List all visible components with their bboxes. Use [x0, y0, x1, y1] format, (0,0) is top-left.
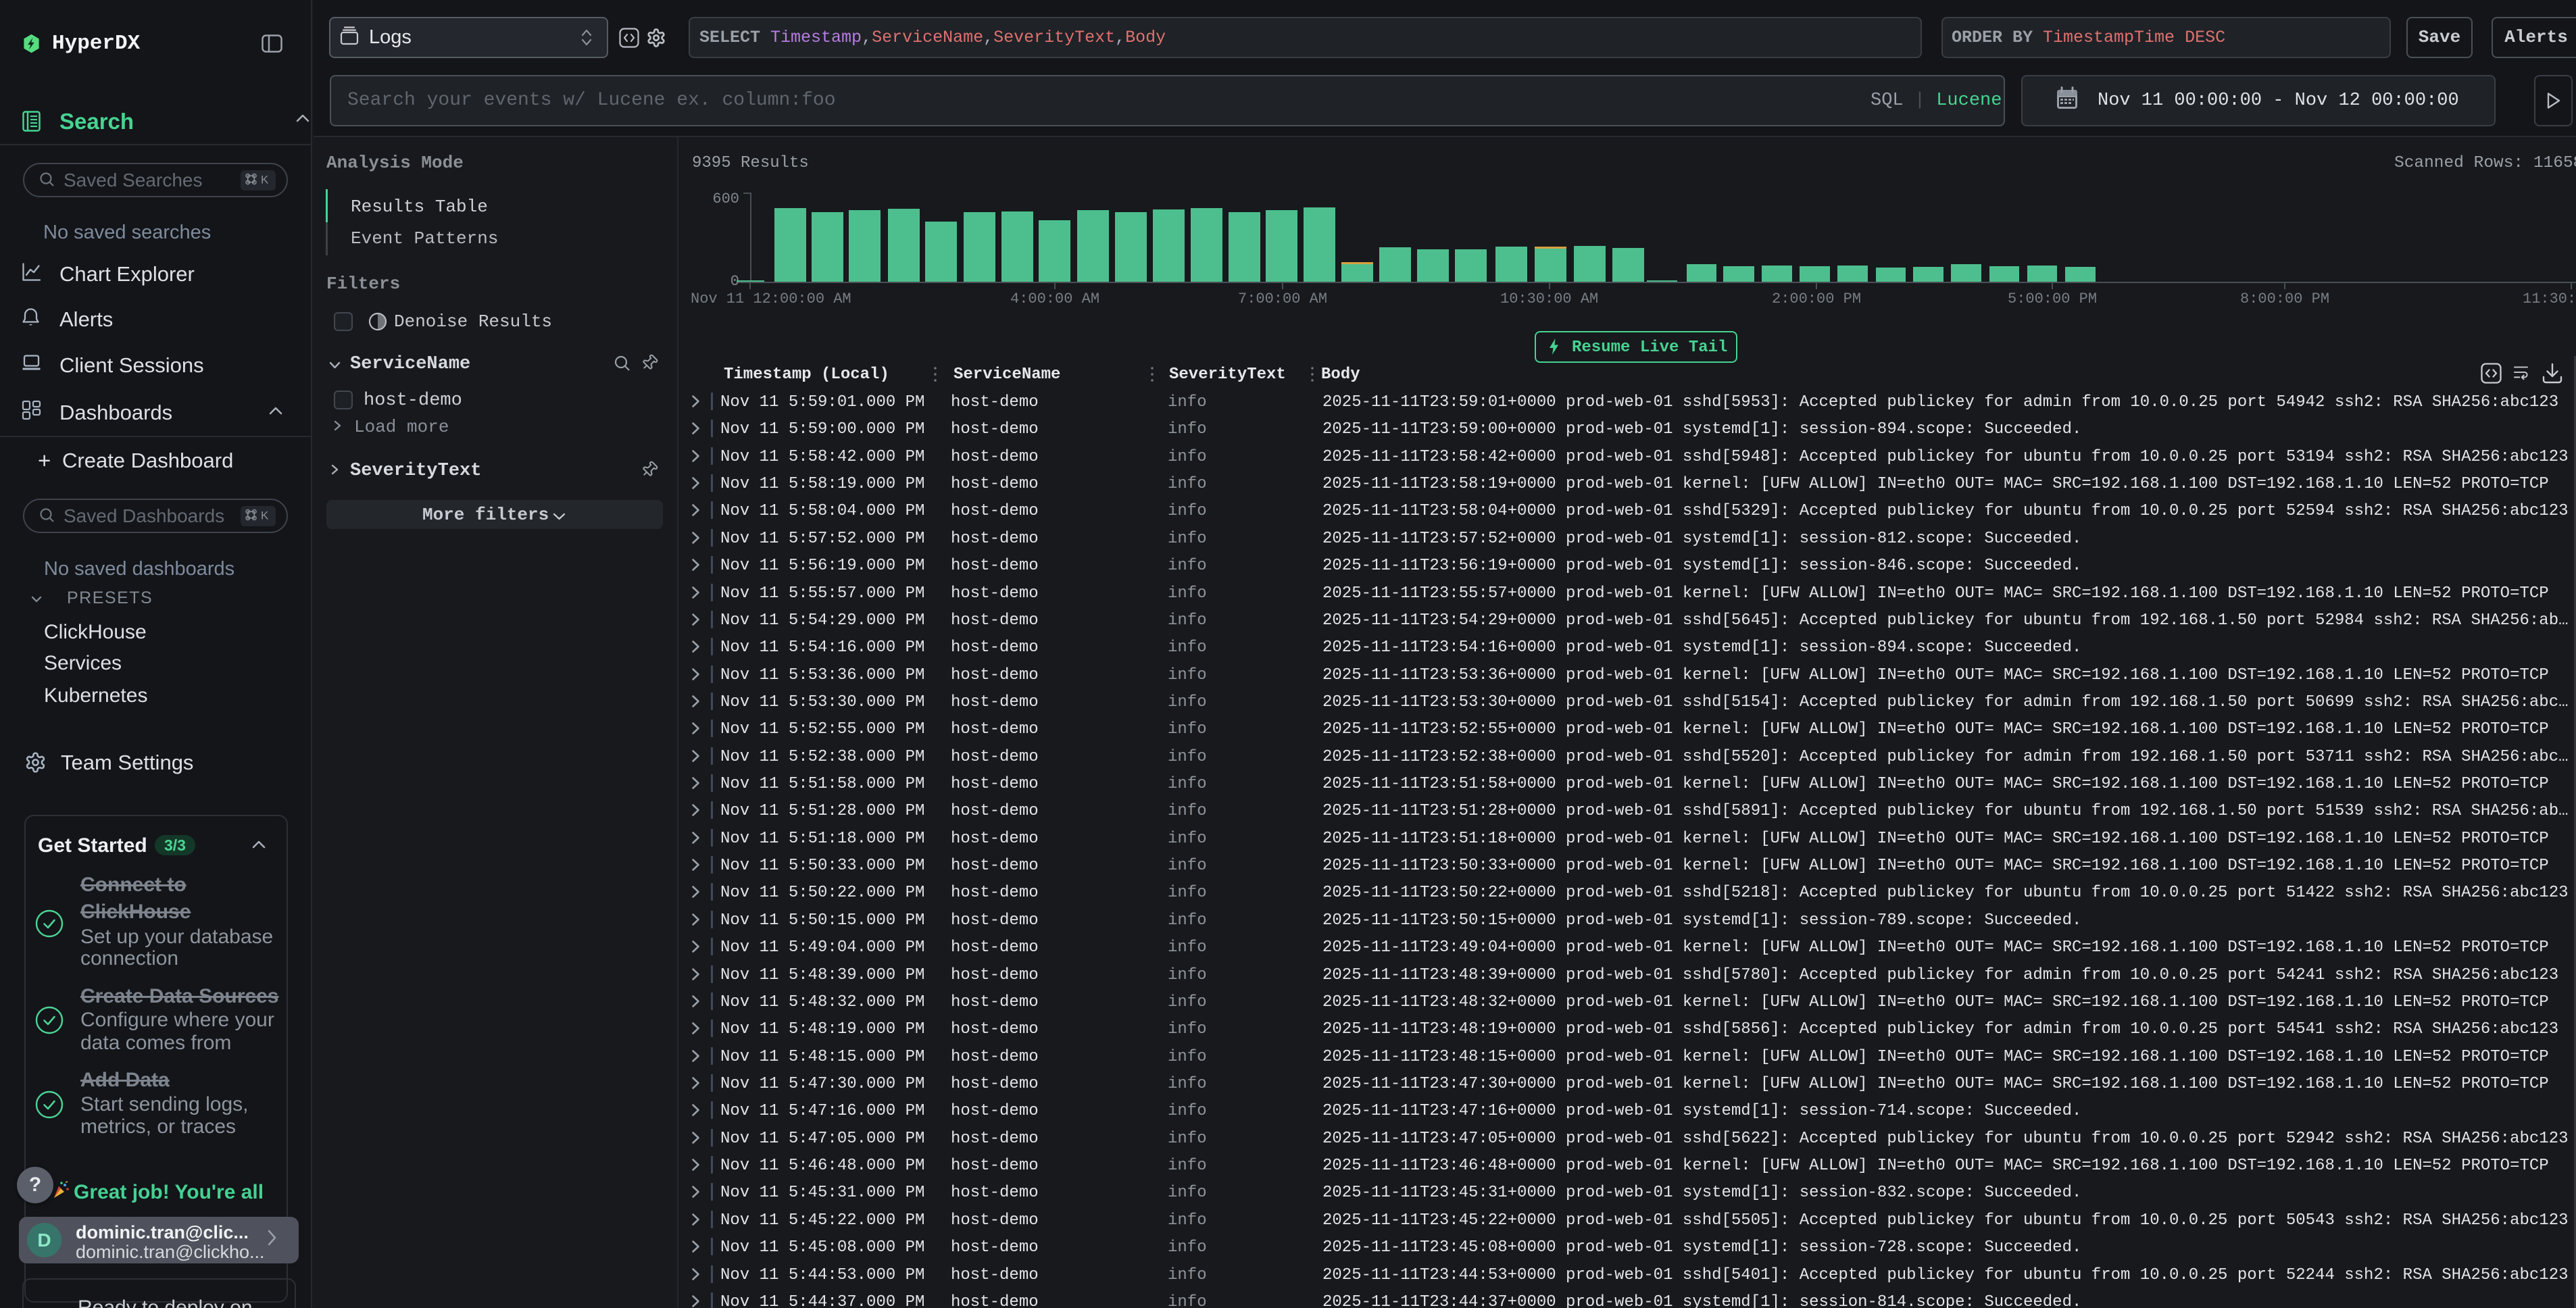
svg-text:K: K [261, 509, 269, 522]
svg-text:K: K [261, 174, 269, 186]
